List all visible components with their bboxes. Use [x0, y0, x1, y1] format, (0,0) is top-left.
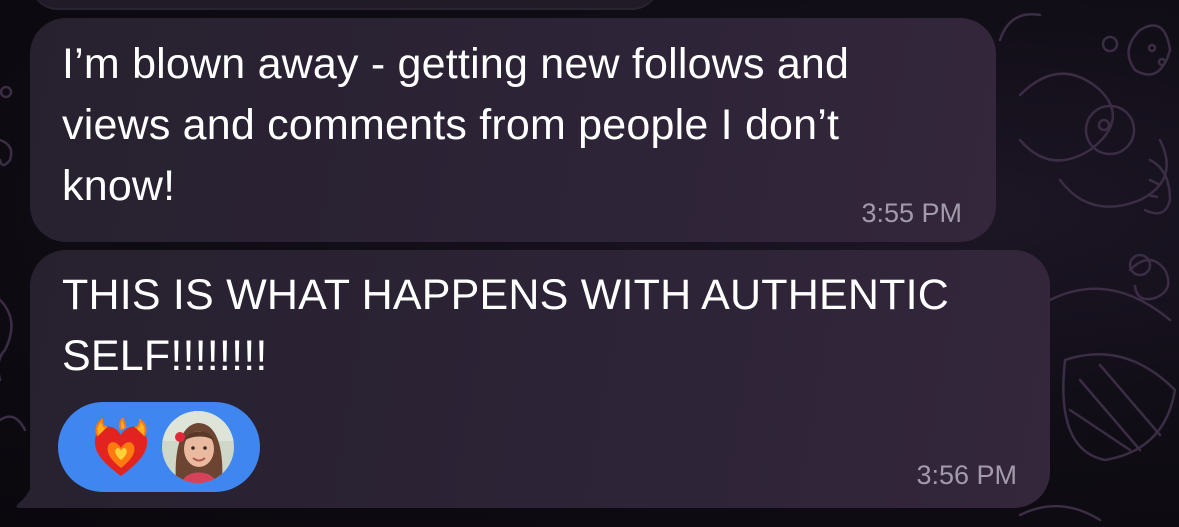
- previous-message-bubble-edge: [30, 0, 660, 10]
- message-text: THIS IS WHAT HAPPENS WITH AUTHENTIC SELF…: [62, 271, 949, 380]
- message-bubble[interactable]: I’m blown away - getting new follows and…: [30, 18, 996, 242]
- chat-view: I’m blown away - getting new follows and…: [0, 0, 1179, 527]
- reaction-pill[interactable]: [58, 402, 260, 492]
- user-avatar[interactable]: [162, 411, 234, 483]
- message-timestamp: 3:55 PM: [861, 198, 962, 228]
- message-bubble[interactable]: THIS IS WHAT HAPPENS WITH AUTHENTIC SELF…: [30, 250, 1050, 508]
- heart-on-fire-icon: [94, 418, 148, 476]
- message-text: I’m blown away - getting new follows and…: [62, 40, 850, 210]
- message-timestamp: 3:56 PM: [916, 460, 1017, 490]
